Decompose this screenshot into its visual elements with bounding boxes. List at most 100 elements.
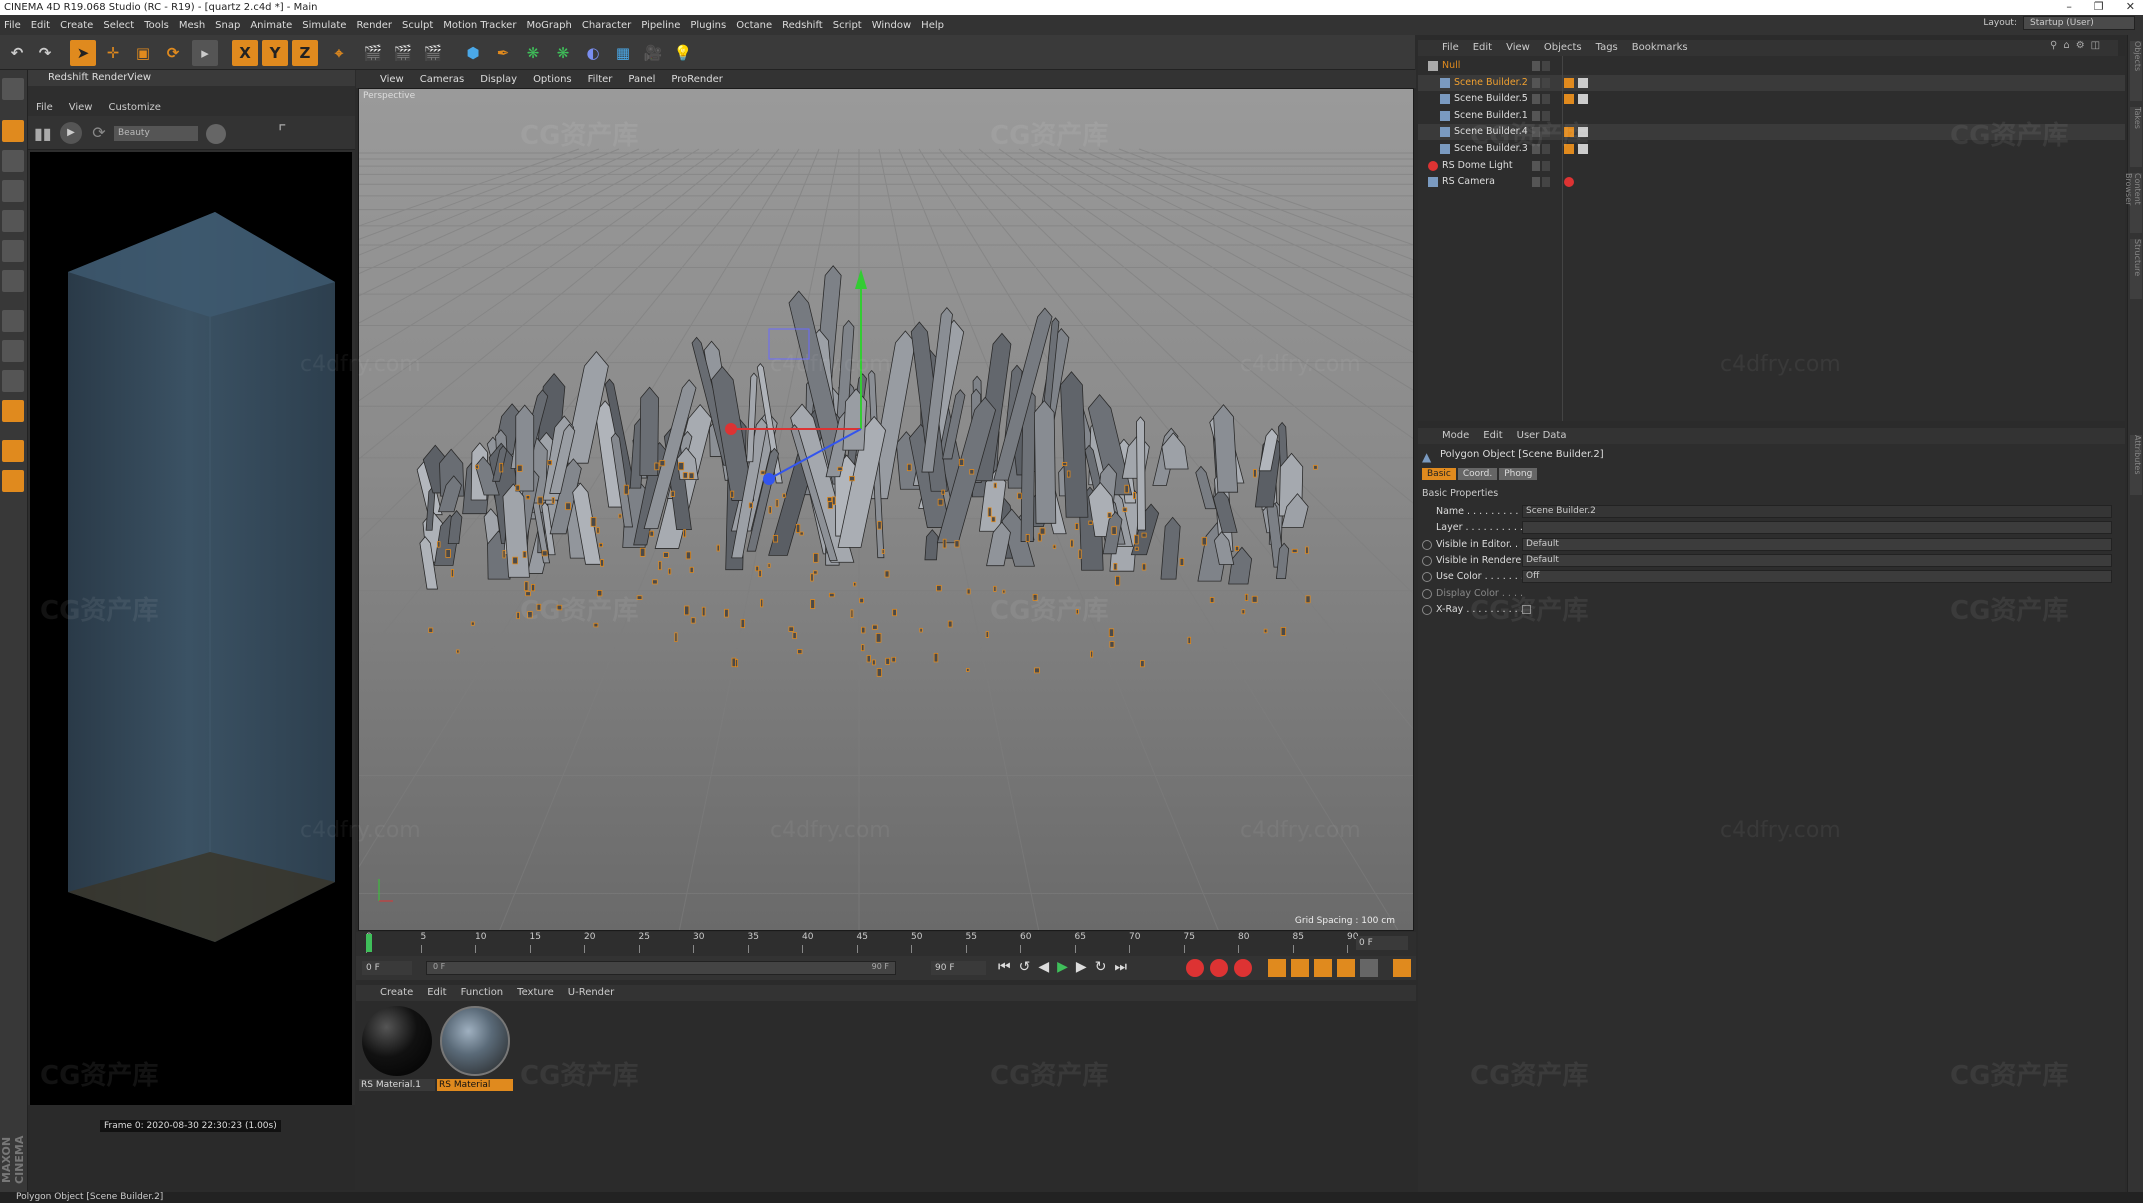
viewport-menu-item[interactable]: Cameras — [420, 74, 464, 85]
edges-mode-icon[interactable] — [2, 240, 24, 262]
tag-icon[interactable] — [1564, 77, 1574, 88]
texture-mode-icon[interactable] — [2, 150, 24, 172]
home-icon[interactable]: ⌂ — [2063, 40, 2069, 51]
attribute-value[interactable]: Default — [1522, 553, 2112, 567]
visibility-dots-icon[interactable] — [1532, 94, 1540, 105]
deformer-icon[interactable]: ◐ — [580, 40, 606, 66]
object-menu-item[interactable]: View — [1506, 40, 1530, 56]
close-icon[interactable]: ✕ — [2126, 0, 2135, 15]
play-icon[interactable]: ▶ — [1057, 959, 1068, 975]
viewport-menu-item[interactable]: Display — [480, 74, 517, 85]
material-slot-1[interactable]: RS Material.1 — [359, 1003, 435, 1091]
renderview-menu-item[interactable]: View — [69, 100, 93, 116]
timeline-window-icon[interactable] — [1393, 959, 1411, 977]
object-menu-item[interactable]: Bookmarks — [1632, 40, 1688, 56]
floor-icon[interactable]: ▦ — [610, 40, 636, 66]
render-flag-icon[interactable] — [1542, 144, 1550, 154]
playhead[interactable] — [366, 934, 372, 952]
snapshot-icon[interactable]: ▮▮ — [34, 124, 52, 143]
object-column-divider[interactable] — [1562, 56, 1563, 421]
menu-item[interactable]: File — [4, 20, 21, 31]
attribute-value[interactable] — [1522, 521, 2112, 535]
object-row[interactable]: Scene Builder.3 — [1418, 141, 2125, 157]
tag-icon[interactable] — [1564, 127, 1574, 138]
aov-dropdown[interactable]: Beauty — [114, 126, 198, 141]
menu-item[interactable]: Plugins — [690, 20, 726, 31]
key-parameter-icon[interactable] — [1337, 959, 1355, 977]
xray-checkbox[interactable] — [1522, 604, 1531, 614]
material-menu-item[interactable]: Texture — [517, 985, 554, 1001]
pen-spline-icon[interactable]: ✒ — [490, 40, 516, 66]
menu-item[interactable]: Render — [356, 20, 392, 31]
viewport-menu-item[interactable]: ProRender — [671, 74, 722, 85]
side-tab[interactable]: Takes — [2130, 107, 2142, 167]
side-tab[interactable]: Content Browser — [2124, 173, 2142, 233]
side-tab[interactable]: Objects — [2130, 41, 2142, 101]
live-selection-icon[interactable]: ➤ — [70, 40, 96, 66]
points-mode-icon[interactable] — [2, 210, 24, 232]
menu-item[interactable]: Create — [60, 20, 93, 31]
snap-icon[interactable] — [2, 370, 24, 392]
visibility-dots-icon[interactable] — [1532, 110, 1540, 121]
end-frame-field[interactable]: 90 F — [931, 961, 986, 975]
object-row[interactable]: Null — [1418, 58, 2125, 74]
attribute-value[interactable]: Scene Builder.2 — [1522, 505, 2112, 518]
move-tool-icon[interactable]: ✛ — [100, 40, 126, 66]
key-rotation-icon[interactable] — [1314, 959, 1332, 977]
visibility-dots-icon[interactable] — [1532, 61, 1540, 71]
attribute-menu-item[interactable]: User Data — [1517, 428, 1567, 444]
display-settings-icon[interactable] — [206, 124, 226, 144]
planar-workplane-icon[interactable] — [2, 470, 24, 492]
object-menu-item[interactable]: Tags — [1596, 40, 1618, 56]
timeline-ruler[interactable]: 051015202530354045505560657075808590 0 F — [356, 932, 1416, 956]
menu-item[interactable]: Mesh — [179, 20, 205, 31]
tab-basic[interactable]: Basic — [1422, 468, 1456, 480]
attribute-menu-item[interactable]: Edit — [1483, 428, 1502, 444]
viewport-menu-item[interactable]: View — [380, 74, 404, 85]
tab-phong[interactable]: Phong — [1499, 468, 1538, 480]
menu-item[interactable]: Octane — [736, 20, 772, 31]
render-flag-icon[interactable] — [1542, 61, 1550, 71]
autokey-icon[interactable] — [1210, 959, 1228, 977]
object-menu-item[interactable]: File — [1442, 40, 1459, 56]
material-menu-item[interactable]: U-Render — [568, 985, 615, 1001]
viewport-menu-item[interactable]: Panel — [628, 74, 655, 85]
visibility-dots-icon[interactable] — [1532, 144, 1540, 154]
axis-mode-icon[interactable] — [2, 310, 24, 332]
menu-item[interactable]: Edit — [31, 20, 50, 31]
coord-system-icon[interactable]: ⌖ — [326, 40, 352, 66]
viewport-menu-item[interactable]: Options — [533, 74, 572, 85]
polygons-mode-icon[interactable] — [2, 270, 24, 292]
object-menu-item[interactable]: Edit — [1473, 40, 1492, 56]
start-render-icon[interactable]: ▶ — [60, 122, 82, 144]
tag-icon[interactable] — [1578, 144, 1588, 154]
restore-icon[interactable]: ❐ — [2094, 0, 2104, 15]
go-to-start-icon[interactable]: ⏮ — [998, 959, 1011, 975]
menu-item[interactable]: Script — [833, 20, 862, 31]
animation-radio[interactable] — [1422, 604, 1432, 615]
key-position-icon[interactable] — [1268, 959, 1286, 977]
menu-item[interactable]: Snap — [215, 20, 240, 31]
menu-item[interactable]: Select — [103, 20, 134, 31]
menu-item[interactable]: Window — [872, 20, 911, 31]
render-flag-icon[interactable] — [1542, 77, 1550, 88]
material-menu-item[interactable]: Function — [461, 985, 504, 1001]
render-flag-icon[interactable] — [1542, 177, 1550, 188]
sculpt-icon[interactable] — [2, 400, 24, 422]
object-row[interactable]: RS Camera — [1418, 174, 2125, 190]
attribute-menu-item[interactable]: Mode — [1442, 428, 1469, 444]
scale-tool-icon[interactable]: ▣ — [130, 40, 156, 66]
range-slider[interactable]: 0 F 90 F — [426, 961, 896, 975]
render-picture-viewer-icon[interactable]: 🎬 — [390, 40, 416, 66]
menu-item[interactable]: Pipeline — [641, 20, 680, 31]
tab-coord[interactable]: Coord. — [1457, 468, 1498, 480]
axis-x-button[interactable]: X — [232, 40, 258, 66]
axis-z-button[interactable]: Z — [292, 40, 318, 66]
object-row[interactable]: Scene Builder.5 — [1418, 91, 2125, 107]
material-slot-2[interactable]: RS Material — [437, 1003, 513, 1091]
tag-icon[interactable] — [1564, 144, 1574, 154]
new-window-icon[interactable]: ◫ — [2091, 40, 2100, 51]
cloner-icon[interactable]: ❋ — [550, 40, 576, 66]
cube-icon[interactable]: ⬢ — [460, 40, 486, 66]
visibility-dots-icon[interactable] — [1532, 127, 1540, 138]
